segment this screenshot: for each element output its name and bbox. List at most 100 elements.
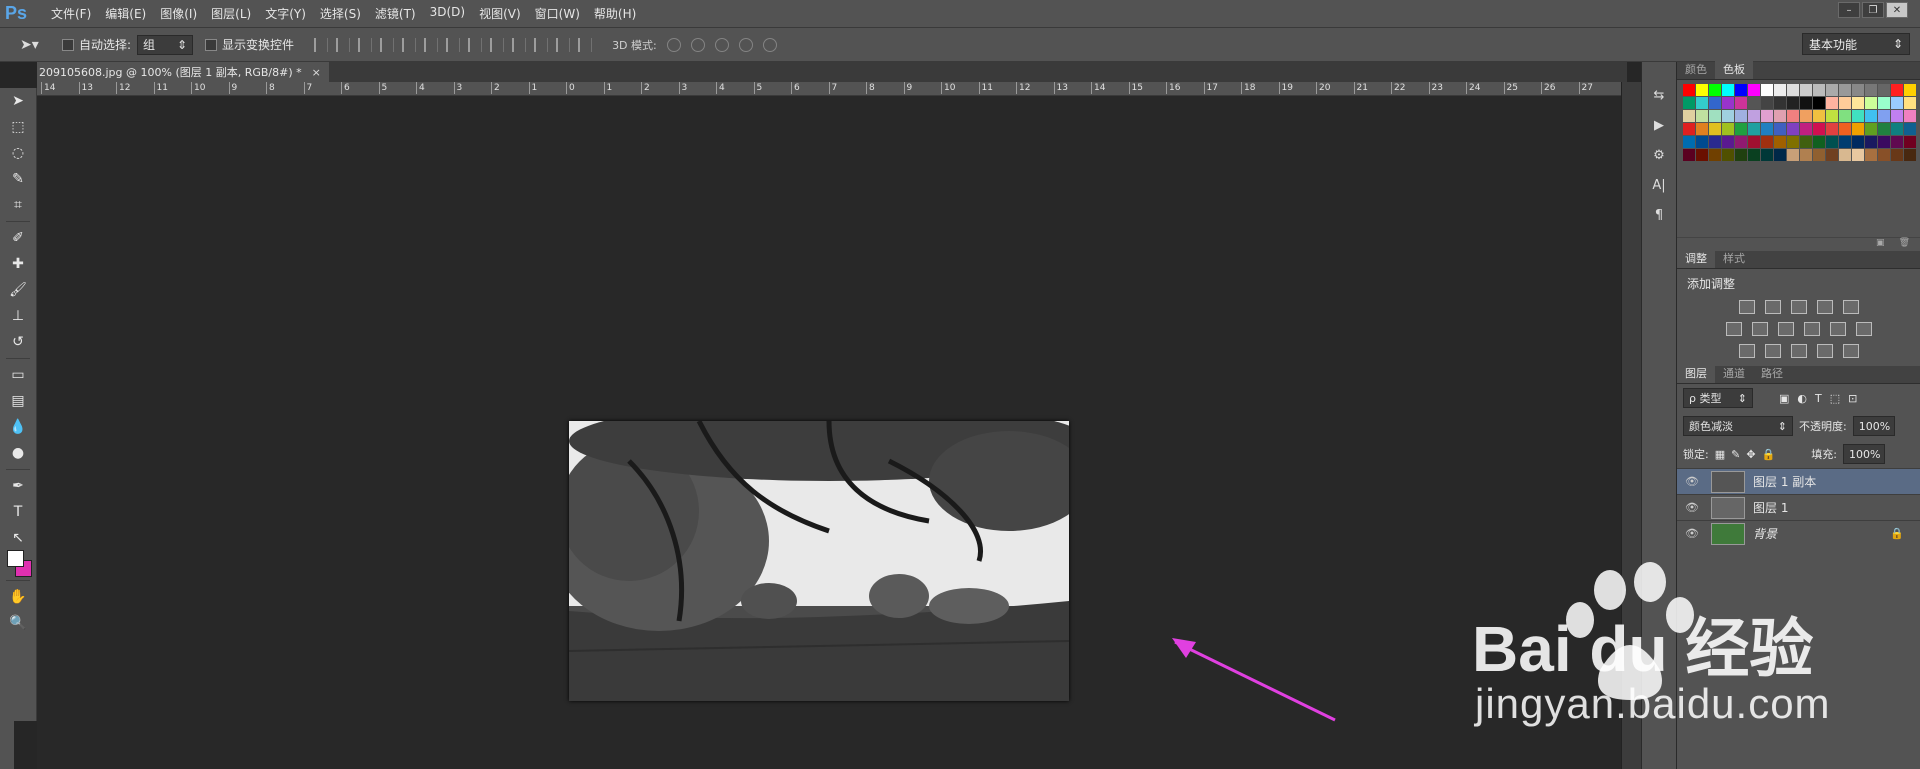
swatch-cell[interactable] <box>1904 97 1916 109</box>
swatch-cell[interactable] <box>1826 123 1838 135</box>
swatch-cell[interactable] <box>1696 84 1708 96</box>
align-top-icon[interactable] <box>314 37 329 52</box>
distribute-left-icon[interactable] <box>512 37 527 52</box>
swatch-cell[interactable] <box>1774 136 1786 148</box>
slide-3d-icon[interactable] <box>738 37 753 52</box>
document-image[interactable] <box>569 421 1069 701</box>
swatch-cell[interactable] <box>1813 110 1825 122</box>
curves-icon[interactable] <box>1790 300 1807 314</box>
tab-styles[interactable]: 样式 <box>1715 248 1753 268</box>
swatch-cell[interactable] <box>1865 123 1877 135</box>
swatch-cell[interactable] <box>1709 84 1721 96</box>
swatch-cell[interactable] <box>1761 136 1773 148</box>
eraser-icon[interactable]: ▭ <box>0 362 36 388</box>
swatch-cell[interactable] <box>1761 110 1773 122</box>
swatch-cell[interactable] <box>1839 110 1851 122</box>
align-vcenter-icon[interactable] <box>336 37 351 52</box>
roll-3d-icon[interactable] <box>690 37 705 52</box>
swatch-cell[interactable] <box>1683 149 1695 161</box>
swatch-cell[interactable] <box>1878 84 1890 96</box>
swatch-cell[interactable] <box>1891 110 1903 122</box>
exposure-icon[interactable] <box>1816 300 1833 314</box>
stamp-icon[interactable]: ⊥ <box>0 303 36 329</box>
swatch-cell[interactable] <box>1683 123 1695 135</box>
gradient-map-icon[interactable] <box>1816 344 1833 358</box>
swatch-cell[interactable] <box>1709 123 1721 135</box>
restore-button[interactable]: ❐ <box>1862 2 1884 18</box>
menu-help[interactable]: 帮助(H) <box>587 5 643 22</box>
marquee-icon[interactable]: ⬚ <box>0 114 36 140</box>
character-icon[interactable]: A| <box>1642 170 1676 200</box>
zoom-icon[interactable]: 🔍 <box>0 610 36 636</box>
swatch-cell[interactable] <box>1891 84 1903 96</box>
gradient-icon[interactable]: ▤ <box>0 388 36 414</box>
eye-icon[interactable]: 👁 <box>1685 475 1699 488</box>
swatch-cell[interactable] <box>1787 110 1799 122</box>
auto-select-dropdown[interactable]: 组 ⇕ <box>137 34 194 55</box>
levels-icon[interactable] <box>1764 300 1781 314</box>
swatch-cell[interactable] <box>1761 123 1773 135</box>
swatch-cell[interactable] <box>1696 136 1708 148</box>
hand-icon[interactable]: ✋ <box>0 584 36 610</box>
swatch-cell[interactable] <box>1904 136 1916 148</box>
tab-paths[interactable]: 路径 <box>1753 363 1791 383</box>
align-right-icon[interactable] <box>424 37 439 52</box>
swatch-cell[interactable] <box>1878 110 1890 122</box>
swatch-cell[interactable] <box>1839 97 1851 109</box>
layer-row[interactable]: 👁 图层 1 副本 <box>1677 468 1920 494</box>
swatch-cell[interactable] <box>1774 123 1786 135</box>
lasso-icon[interactable]: ◌ <box>0 140 36 166</box>
swatch-cell[interactable] <box>1904 84 1916 96</box>
lock-icons[interactable]: ▦✎✥🔒 <box>1715 448 1782 461</box>
swatch-cell[interactable] <box>1891 97 1903 109</box>
menu-edit[interactable]: 编辑(E) <box>98 5 153 22</box>
black-white-icon[interactable] <box>1777 322 1794 336</box>
menu-layer[interactable]: 图层(L) <box>204 5 258 22</box>
opacity-input[interactable]: 100% <box>1852 416 1895 436</box>
swatch-cell[interactable] <box>1696 97 1708 109</box>
swatch-cell[interactable] <box>1800 149 1812 161</box>
swatch-cell[interactable] <box>1839 136 1851 148</box>
swatch-cell[interactable] <box>1722 110 1734 122</box>
swatch-cell[interactable] <box>1839 123 1851 135</box>
history-brush-icon[interactable]: ↺ <box>0 329 36 355</box>
swatch-cell[interactable] <box>1683 136 1695 148</box>
swatch-cell[interactable] <box>1852 84 1864 96</box>
layer-row[interactable]: 👁 图层 1 <box>1677 494 1920 520</box>
dodge-icon[interactable]: ● <box>0 440 36 466</box>
swatch-cell[interactable] <box>1696 123 1708 135</box>
fill-input[interactable]: 100% <box>1842 444 1885 464</box>
swatch-cell[interactable] <box>1696 149 1708 161</box>
swatch-cell[interactable] <box>1735 84 1747 96</box>
scale-3d-icon[interactable] <box>762 37 777 52</box>
tab-swatches[interactable]: 色板 <box>1715 59 1753 79</box>
align-left-icon[interactable] <box>380 37 395 52</box>
swatch-cell[interactable] <box>1826 110 1838 122</box>
tab-color[interactable]: 颜色 <box>1677 59 1715 79</box>
swatch-cell[interactable] <box>1813 97 1825 109</box>
align-hcenter-icon[interactable] <box>402 37 417 52</box>
eye-icon[interactable]: 👁 <box>1685 501 1699 514</box>
properties-icon[interactable]: ⚙ <box>1642 140 1676 170</box>
swatch-cell[interactable] <box>1826 84 1838 96</box>
selective-color-icon[interactable] <box>1842 344 1859 358</box>
swatch-cell[interactable] <box>1800 136 1812 148</box>
color-lookup-icon[interactable] <box>1855 322 1872 336</box>
swatch-cell[interactable] <box>1761 84 1773 96</box>
swatch-cell[interactable] <box>1852 97 1864 109</box>
swatch-cell[interactable] <box>1800 84 1812 96</box>
swatch-cell[interactable] <box>1826 136 1838 148</box>
swatch-cell[interactable] <box>1709 149 1721 161</box>
swatch-cell[interactable] <box>1774 110 1786 122</box>
swatch-cell[interactable] <box>1748 97 1760 109</box>
swatch-cell[interactable] <box>1735 110 1747 122</box>
channel-mixer-icon[interactable] <box>1829 322 1846 336</box>
close-tab-icon[interactable]: × <box>312 66 321 79</box>
swatch-cell[interactable] <box>1878 97 1890 109</box>
delete-swatch-icon[interactable]: 🗑 <box>1899 238 1910 251</box>
swatch-cell[interactable] <box>1865 97 1877 109</box>
swatch-cell[interactable] <box>1683 84 1695 96</box>
minimize-button[interactable]: – <box>1838 2 1860 18</box>
swatch-cell[interactable] <box>1761 149 1773 161</box>
brush-icon[interactable]: 🖌 <box>0 277 36 303</box>
